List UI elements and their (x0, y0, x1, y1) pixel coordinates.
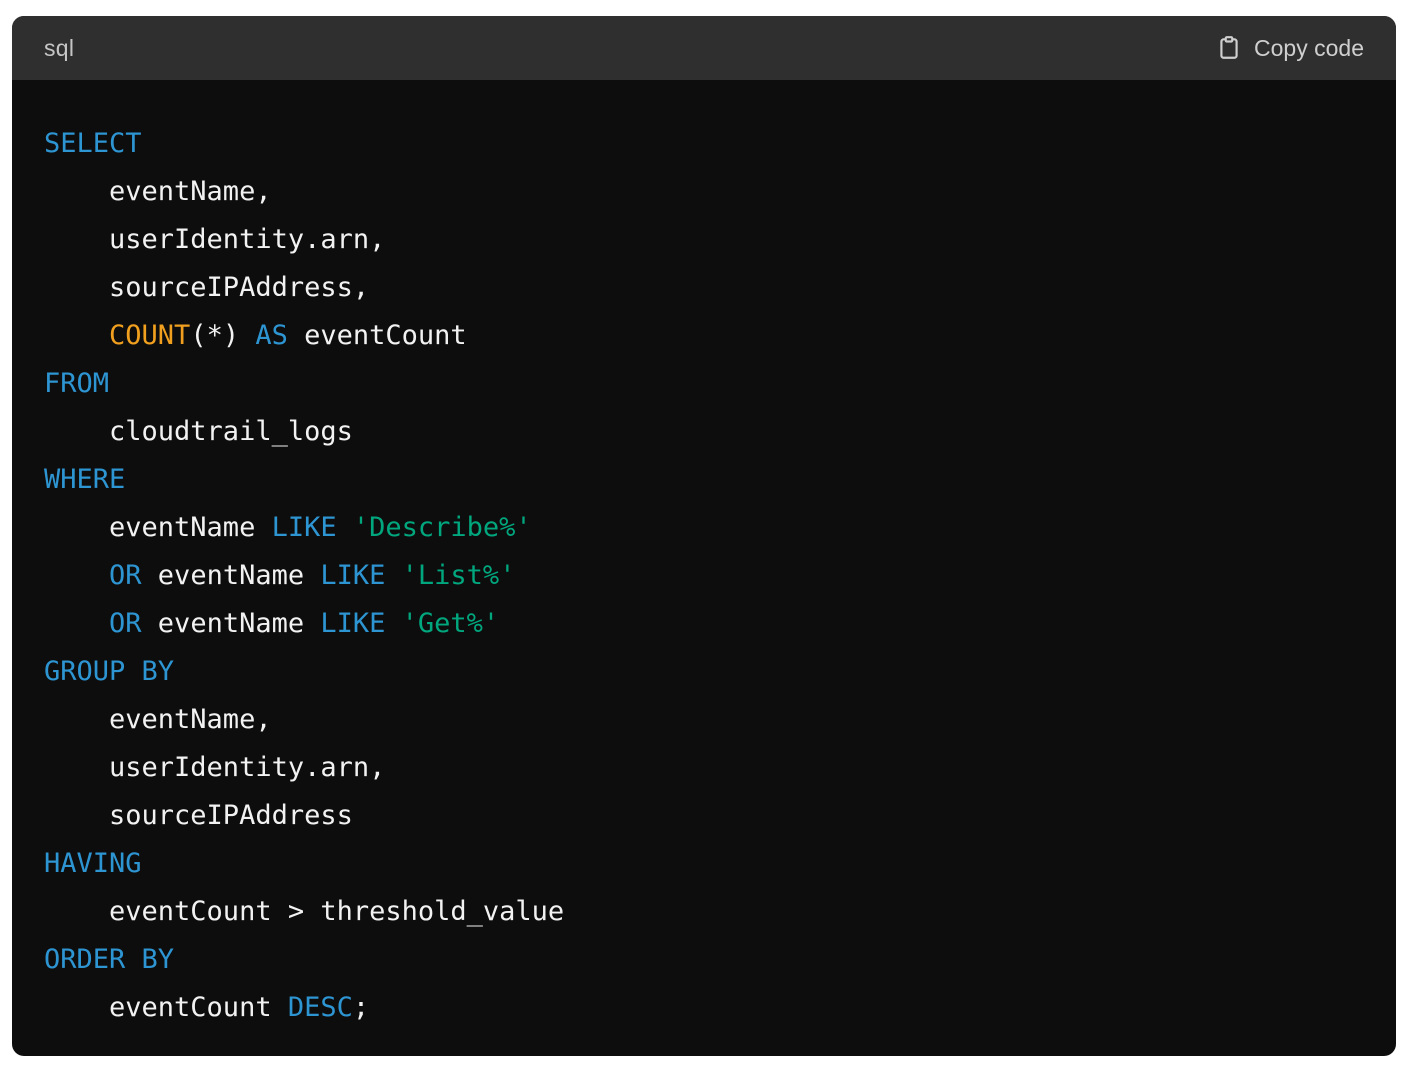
code-string: 'Get%' (401, 608, 500, 639)
code-text: eventCount (44, 992, 288, 1023)
code-text: sourceIPAddress, (44, 272, 370, 303)
code-keyword: LIKE (271, 512, 337, 543)
copy-code-button[interactable]: Copy code (1216, 35, 1364, 62)
code-keyword: LIKE (320, 560, 386, 591)
code-line: COUNT(*) AS eventCount (44, 312, 1396, 360)
code-line: eventName, (44, 168, 1396, 216)
code-text: eventCount (287, 320, 467, 351)
code-text: ; (352, 992, 370, 1023)
code-line: GROUP BY (44, 648, 1396, 696)
code-keyword: ORDER BY (44, 944, 175, 975)
clipboard-icon (1216, 35, 1242, 61)
code-keyword: AS (255, 320, 288, 351)
code-text: (*) (190, 320, 256, 351)
code-content[interactable]: SELECT eventName, userIdentity.arn, sour… (12, 80, 1396, 1032)
code-line: sourceIPAddress, (44, 264, 1396, 312)
code-text: eventName (141, 560, 321, 591)
code-keyword: DESC (287, 992, 353, 1023)
code-text: userIdentity.arn, (44, 224, 386, 255)
code-text: eventName (44, 512, 272, 543)
code-text: eventCount > threshold_value (44, 896, 565, 927)
code-keyword: HAVING (44, 848, 142, 879)
code-line: eventName, (44, 696, 1396, 744)
code-keyword: OR (109, 608, 142, 639)
code-line: SELECT (44, 120, 1396, 168)
code-keyword: GROUP BY (44, 656, 175, 687)
copy-code-label: Copy code (1254, 34, 1364, 61)
code-line: cloudtrail_logs (44, 408, 1396, 456)
code-block: sql Copy code SELECT eventName, userIden… (12, 16, 1396, 1056)
code-text: eventName, (44, 176, 272, 207)
code-line: eventCount > threshold_value (44, 888, 1396, 936)
code-keyword: WHERE (44, 464, 126, 495)
code-line: WHERE (44, 456, 1396, 504)
code-line: eventCount DESC; (44, 984, 1396, 1032)
code-line: userIdentity.arn, (44, 216, 1396, 264)
code-line: HAVING (44, 840, 1396, 888)
code-text: eventName, (44, 704, 272, 735)
code-text: userIdentity.arn, (44, 752, 386, 783)
code-keyword: FROM (44, 368, 110, 399)
code-line: OR eventName LIKE 'List%' (44, 552, 1396, 600)
code-function: COUNT (109, 320, 191, 351)
code-line: FROM (44, 360, 1396, 408)
code-line: eventName LIKE 'Describe%' (44, 504, 1396, 552)
code-keyword: LIKE (320, 608, 386, 639)
code-text: cloudtrail_logs (44, 416, 353, 447)
code-text: eventName (141, 608, 321, 639)
code-language-label: sql (44, 34, 75, 61)
code-keyword: OR (109, 560, 142, 591)
code-keyword: SELECT (44, 128, 142, 159)
code-string: 'List%' (401, 560, 516, 591)
code-line: ORDER BY (44, 936, 1396, 984)
code-text: sourceIPAddress (44, 800, 353, 831)
code-line: sourceIPAddress (44, 792, 1396, 840)
code-string: 'Describe%' (352, 512, 532, 543)
code-line: OR eventName LIKE 'Get%' (44, 600, 1396, 648)
code-block-header: sql Copy code (12, 16, 1396, 80)
code-line: userIdentity.arn, (44, 744, 1396, 792)
